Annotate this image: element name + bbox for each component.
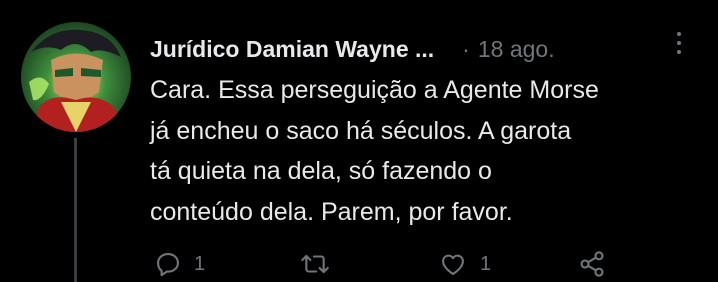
author-name[interactable]: Jurídico Damian Wayne ... (150, 36, 434, 63)
retweet-button[interactable] (300, 246, 342, 282)
share-icon (578, 250, 606, 278)
more-vertical-icon[interactable] (666, 28, 692, 58)
reply-button[interactable]: 1 (154, 246, 205, 282)
avatar[interactable] (21, 22, 131, 132)
reply-icon (154, 250, 182, 278)
tweet-header: Jurídico Damian Wayne ... · 18 ago. (150, 33, 555, 65)
share-button[interactable] (578, 246, 606, 282)
tweet[interactable]: Jurídico Damian Wayne ... · 18 ago. Cara… (0, 0, 718, 282)
thread-line (74, 138, 77, 282)
like-button[interactable]: 1 (438, 246, 491, 282)
separator-dot: · (462, 35, 470, 62)
reply-count: 1 (194, 252, 206, 275)
action-bar: 1 1 (150, 246, 620, 282)
tweet-text: Cara. Essa perseguição a Agente Morse já… (150, 76, 599, 226)
timestamp[interactable]: 18 ago. (478, 36, 555, 63)
heart-icon (438, 250, 468, 278)
like-count: 1 (480, 252, 492, 275)
retweet-icon (300, 250, 330, 278)
